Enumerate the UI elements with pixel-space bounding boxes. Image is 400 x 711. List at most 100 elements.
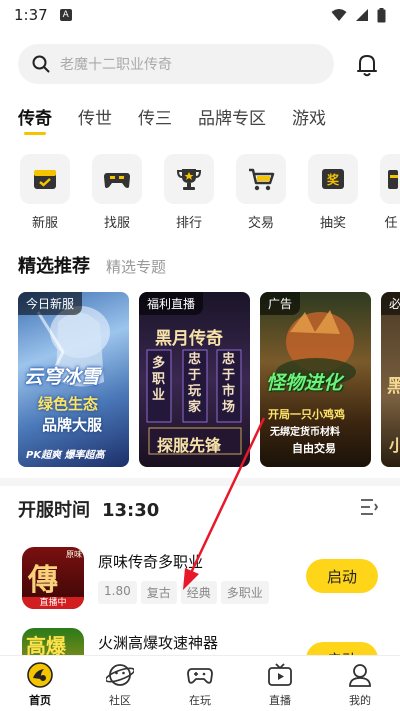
tab-chuansan[interactable]: 传三: [138, 104, 172, 134]
card-line: 品牌大服: [42, 416, 103, 434]
gamepad-icon: [104, 173, 130, 188]
game-tag: 经典: [180, 581, 217, 604]
playing-icon: [186, 661, 214, 689]
game-icon-corner: 原味: [66, 550, 82, 559]
shortcut-box: [20, 154, 70, 204]
signal-icon: [356, 9, 368, 21]
game-tags: 1.80 复古 经典 多职业: [98, 581, 269, 604]
game-tag: 1.80: [98, 581, 137, 604]
shortcut-new-server[interactable]: 新服: [20, 154, 92, 231]
shortcut-label: 抽奖: [319, 216, 346, 231]
card-column: 多职业: [152, 356, 166, 403]
card-line: 开局一只小鸡鸡: [268, 408, 345, 421]
search-bar[interactable]: 老魔十二职业传奇: [18, 44, 334, 84]
featured-card-live[interactable]: 福利直播 黑月传奇 多职业 忠于玩家 忠于市场 探服先锋: [139, 292, 250, 467]
server-list-item[interactable]: 傳 原味 直播中 原味传奇多职业 1.80 复古 经典 多职业 启动: [22, 547, 382, 609]
profile-icon: [346, 661, 374, 689]
launch-button[interactable]: 启动: [306, 559, 378, 593]
status-right: [331, 7, 386, 23]
shortcut-task[interactable]: 任: [380, 154, 400, 231]
shortcut-label: 新服: [31, 216, 58, 231]
card-column: 忠于市场: [222, 352, 236, 415]
card-line: 绿色生态: [38, 395, 99, 413]
live-icon: [266, 661, 294, 689]
bottom-nav: 首页 社区 在玩 直播 我的: [0, 655, 400, 711]
server-time-title: 开服时间: [18, 500, 90, 521]
featured-card-more[interactable]: 必 黑 小: [381, 292, 400, 467]
shortcut-box: [380, 154, 400, 204]
card-tag: 今日新服: [18, 292, 83, 315]
featured-title[interactable]: 精选推荐: [18, 252, 90, 278]
featured-cards: 今日新服 云穹冰雪 绿色生态 品牌大服 PK超爽 爆率超高 福利直播 黑月传奇 …: [18, 292, 400, 467]
shortcut-box: [164, 154, 214, 204]
live-badge: 直播中: [22, 597, 84, 609]
card-tag: 必: [381, 292, 400, 315]
featured-subtitle[interactable]: 精选专题: [106, 256, 166, 277]
status-bar: 1:37 A: [0, 0, 400, 30]
shortcut-ranking[interactable]: 排行: [164, 154, 236, 231]
card-line: 探服先锋: [157, 436, 222, 455]
featured-header: 精选推荐 精选专题: [18, 252, 166, 278]
game-icon-glyph: 傳: [28, 563, 58, 598]
game-icon: 傳 原味 直播中: [22, 547, 84, 609]
svg-text:奖: 奖: [327, 172, 340, 187]
game-name: 原味传奇多职业: [98, 553, 204, 571]
game-name: 火渊高爆攻速神器: [98, 634, 219, 652]
home-icon: [26, 661, 54, 689]
card-line: PK超爽 爆率超高: [26, 450, 105, 461]
nav-label: 直播: [269, 694, 291, 707]
card-title: 怪物进化: [266, 372, 343, 394]
nav-profile[interactable]: 我的: [320, 656, 400, 711]
featured-card-ad[interactable]: 广告 怪物进化 开局一只小鸡鸡 无绑定货币材料 自由交易: [260, 292, 371, 467]
shortcut-trade[interactable]: 交易: [236, 154, 308, 231]
category-tabs: 传奇 传世 传三 品牌专区 游戏: [18, 104, 352, 135]
tab-chuanshi[interactable]: 传世: [78, 104, 112, 134]
card-tag: 福利直播: [139, 292, 204, 315]
battery-icon: [377, 7, 386, 22]
nav-label: 在玩: [189, 694, 211, 707]
wifi-icon: [331, 9, 347, 21]
shortcut-label: 任: [384, 216, 398, 231]
bell-icon[interactable]: [354, 52, 380, 78]
game-tag: 多职业: [220, 581, 269, 604]
shortcut-box: 奖: [308, 154, 358, 204]
card-title: 云穹冰雪: [24, 366, 101, 388]
card-tag: 广告: [260, 292, 301, 315]
nav-label: 首页: [29, 694, 51, 707]
shortcut-row: 新服 找服 排行 交易 奖 抽奖 任: [20, 154, 400, 231]
card-column: 忠于玩家: [188, 352, 202, 415]
cart-icon: [249, 168, 275, 191]
status-time: 1:37: [14, 6, 48, 24]
nav-playing[interactable]: 在玩: [160, 656, 240, 711]
shortcut-lottery[interactable]: 奖 抽奖: [308, 154, 380, 231]
game-info: 原味传奇多职业 1.80 复古 经典 多职业: [98, 547, 269, 609]
tab-legend[interactable]: 传奇: [18, 104, 52, 135]
shortcut-box: [92, 154, 142, 204]
server-time-value[interactable]: 13:30: [102, 500, 159, 521]
trophy-icon: [176, 169, 202, 190]
search-icon: [32, 55, 50, 73]
game-tag: 复古: [140, 581, 177, 604]
tab-games[interactable]: 游戏: [292, 104, 326, 134]
calendar-icon: [34, 170, 56, 189]
shortcut-label: 交易: [247, 216, 274, 231]
shortcut-label: 排行: [175, 216, 202, 231]
prize-icon: 奖: [322, 169, 344, 189]
nav-label: 我的: [349, 694, 371, 707]
server-time-header: 开服时间 13:30: [18, 496, 159, 522]
card-title: 黑: [387, 376, 400, 397]
featured-card-new-server[interactable]: 今日新服 云穹冰雪 绿色生态 品牌大服 PK超爽 爆率超高: [18, 292, 129, 467]
nav-live[interactable]: 直播: [240, 656, 320, 711]
community-icon: [106, 661, 134, 689]
app-screen: 1:37 A 老魔十二职业传奇 传奇 传世 传三 品牌专区 游戏 新服 找服 排…: [0, 0, 400, 711]
sort-icon[interactable]: [360, 498, 380, 516]
nav-community[interactable]: 社区: [80, 656, 160, 711]
nav-home[interactable]: 首页: [0, 656, 80, 711]
card-line: 自由交易: [292, 442, 336, 455]
shortcut-label: 找服: [103, 216, 130, 231]
nav-label: 社区: [109, 694, 131, 707]
shortcut-find-server[interactable]: 找服: [92, 154, 164, 231]
card-title: 黑月传奇: [155, 329, 223, 349]
tab-brand-zone[interactable]: 品牌专区: [198, 104, 266, 134]
card-line: 小: [389, 436, 400, 455]
